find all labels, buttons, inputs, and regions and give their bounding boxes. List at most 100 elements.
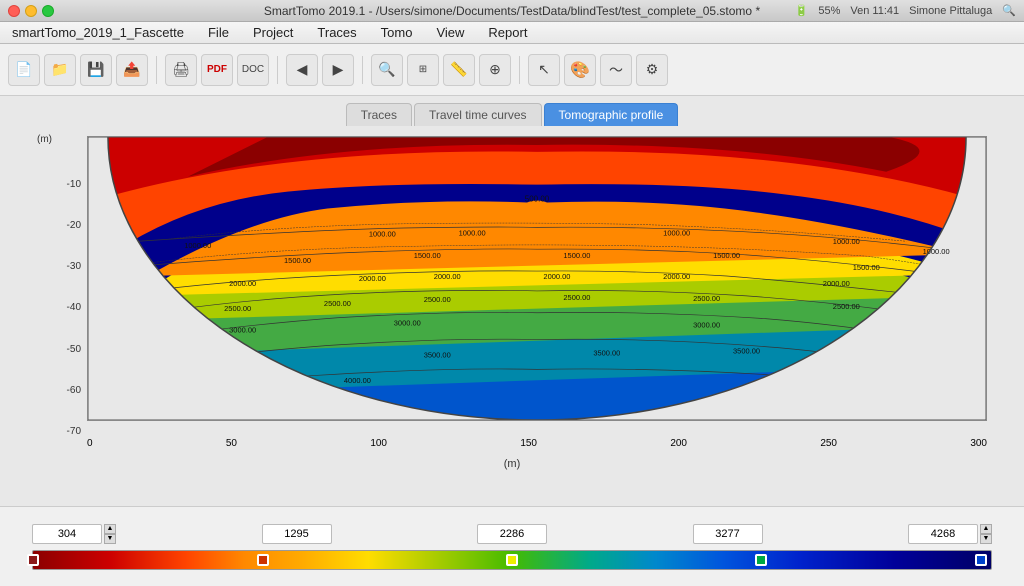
svg-text:1000.00: 1000.00 bbox=[833, 237, 860, 246]
tab-tomographic-profile[interactable]: Tomographic profile bbox=[544, 103, 679, 126]
svg-text:2000.00: 2000.00 bbox=[823, 279, 850, 288]
battery-icon: 🔋 bbox=[795, 4, 809, 17]
separator-1 bbox=[156, 56, 157, 84]
print-pdf2-button[interactable]: PDF bbox=[201, 54, 233, 86]
svg-text:3500.00: 3500.00 bbox=[863, 352, 890, 361]
colorbar-area: ▲ ▼ ▲ ▼ bbox=[0, 506, 1024, 586]
tab-traces[interactable]: Traces bbox=[346, 103, 412, 126]
username: Simone Pittaluga bbox=[909, 5, 992, 17]
close-button[interactable] bbox=[8, 5, 20, 17]
svg-text:3000.00: 3000.00 bbox=[693, 321, 720, 330]
battery-percent: 55% bbox=[818, 5, 840, 17]
min-step-down[interactable]: ▼ bbox=[104, 534, 116, 544]
chart-frame: 500.00 1000.00 1000.00 1000.00 1000.00 1… bbox=[87, 136, 987, 421]
y-tick--30: -30 bbox=[67, 261, 81, 272]
svg-text:3000.00: 3000.00 bbox=[229, 326, 256, 335]
export-button[interactable]: 📤 bbox=[116, 54, 148, 86]
svg-text:2000.00: 2000.00 bbox=[434, 272, 461, 281]
menu-report[interactable]: Report bbox=[484, 23, 531, 42]
y-tick--50: -50 bbox=[67, 344, 81, 355]
zoom-out-button[interactable]: 🔍 bbox=[371, 54, 403, 86]
x-axis: 0 50 100 150 200 250 300 bbox=[87, 438, 987, 456]
min-stepper[interactable]: ▲ ▼ bbox=[104, 524, 116, 544]
svg-text:2500.00: 2500.00 bbox=[224, 304, 251, 313]
titlebar-right: 🔋 55% Ven 11:41 Simone Pittaluga 🔍 bbox=[795, 4, 1016, 17]
toolbar: 📄 📁 💾 📤 🖨 PDF DOC ◀ ▶ 🔍 ⊞ 📏 ⊕ ↖ 🎨 〜 ⚙ bbox=[0, 44, 1024, 96]
svg-text:500.00: 500.00 bbox=[525, 195, 550, 204]
svg-text:1000.00: 1000.00 bbox=[459, 228, 486, 237]
svg-text:1500.00: 1500.00 bbox=[853, 263, 880, 272]
separator-4 bbox=[519, 56, 520, 84]
new-button[interactable]: 📄 bbox=[8, 54, 40, 86]
max-step-up[interactable]: ▲ bbox=[980, 524, 992, 534]
doc-button[interactable]: DOC bbox=[237, 54, 269, 86]
tomographic-profile-svg: 500.00 1000.00 1000.00 1000.00 1000.00 1… bbox=[88, 137, 986, 420]
y-axis: (m) -10 -20 -30 -40 -50 -60 -70 bbox=[37, 136, 87, 456]
back-button[interactable]: ◀ bbox=[286, 54, 318, 86]
colorbar-gradient[interactable] bbox=[32, 550, 992, 570]
cursor-button[interactable]: ↖ bbox=[528, 54, 560, 86]
y-tick--70: -70 bbox=[67, 426, 81, 437]
min-value-input[interactable] bbox=[32, 524, 102, 544]
settings-button[interactable]: ⚙ bbox=[636, 54, 668, 86]
x-tick-0: 0 bbox=[87, 438, 93, 456]
datetime: Ven 11:41 bbox=[850, 5, 899, 17]
colorbar-marker-0[interactable] bbox=[27, 554, 39, 566]
svg-text:1000.00: 1000.00 bbox=[663, 228, 690, 237]
svg-text:3500.00: 3500.00 bbox=[593, 348, 620, 357]
save-button[interactable]: 💾 bbox=[80, 54, 112, 86]
max-value-group: ▲ ▼ bbox=[908, 524, 992, 544]
maximize-button[interactable] bbox=[42, 5, 54, 17]
traffic-lights[interactable] bbox=[8, 5, 54, 17]
tab-travel-time[interactable]: Travel time curves bbox=[414, 103, 542, 126]
menu-file[interactable]: File bbox=[204, 23, 233, 42]
svg-text:2000.00: 2000.00 bbox=[359, 274, 386, 283]
ruler-button[interactable]: 📏 bbox=[443, 54, 475, 86]
minimize-button[interactable] bbox=[25, 5, 37, 17]
svg-text:1500.00: 1500.00 bbox=[414, 251, 441, 260]
x-tick-250: 250 bbox=[820, 438, 837, 456]
menu-view[interactable]: View bbox=[432, 23, 468, 42]
val2-input[interactable] bbox=[477, 524, 547, 544]
menubar: smartTomo_2019_1_Fascette File Project T… bbox=[0, 22, 1024, 44]
svg-text:2000.00: 2000.00 bbox=[229, 279, 256, 288]
split-button[interactable]: ⊕ bbox=[479, 54, 511, 86]
zoom-fit-button[interactable]: ⊞ bbox=[407, 54, 439, 86]
print-pdf-button[interactable]: 🖨 bbox=[165, 54, 197, 86]
colorbar-inputs: ▲ ▼ ▲ ▼ bbox=[32, 524, 992, 544]
open-button[interactable]: 📁 bbox=[44, 54, 76, 86]
min-value-group: ▲ ▼ bbox=[32, 524, 116, 544]
window-title: SmartTomo 2019.1 - /Users/simone/Documen… bbox=[264, 4, 760, 18]
colorbar-marker-3[interactable] bbox=[755, 554, 767, 566]
forward-button[interactable]: ▶ bbox=[322, 54, 354, 86]
colorbar-marker-4[interactable] bbox=[975, 554, 987, 566]
svg-text:2500.00: 2500.00 bbox=[324, 299, 351, 308]
separator-3 bbox=[362, 56, 363, 84]
colorbar-marker-2[interactable] bbox=[506, 554, 518, 566]
max-stepper[interactable]: ▲ ▼ bbox=[980, 524, 992, 544]
menu-tomo[interactable]: Tomo bbox=[377, 23, 417, 42]
svg-text:1500.00: 1500.00 bbox=[284, 256, 311, 265]
svg-text:4000.00: 4000.00 bbox=[344, 376, 371, 385]
svg-text:2500.00: 2500.00 bbox=[424, 295, 451, 304]
palette-button[interactable]: 🎨 bbox=[564, 54, 596, 86]
val3-input[interactable] bbox=[693, 524, 763, 544]
menu-project[interactable]: Project bbox=[249, 23, 297, 42]
menu-traces[interactable]: Traces bbox=[313, 23, 360, 42]
x-tick-200: 200 bbox=[670, 438, 687, 456]
x-tick-150: 150 bbox=[520, 438, 537, 456]
svg-text:1000.00: 1000.00 bbox=[369, 229, 396, 238]
menu-app[interactable]: smartTomo_2019_1_Fascette bbox=[8, 23, 188, 42]
y-tick--60: -60 bbox=[67, 385, 81, 396]
max-step-down[interactable]: ▼ bbox=[980, 534, 992, 544]
search-icon[interactable]: 🔍 bbox=[1002, 4, 1016, 17]
x-tick-100: 100 bbox=[370, 438, 387, 456]
colorbar-marker-1[interactable] bbox=[257, 554, 269, 566]
y-tick--40: -40 bbox=[67, 302, 81, 313]
val1-input[interactable] bbox=[262, 524, 332, 544]
y-tick--10: -10 bbox=[67, 179, 81, 190]
min-step-up[interactable]: ▲ bbox=[104, 524, 116, 534]
svg-text:2000.00: 2000.00 bbox=[543, 272, 570, 281]
wave-button[interactable]: 〜 bbox=[600, 54, 632, 86]
max-value-input[interactable] bbox=[908, 524, 978, 544]
